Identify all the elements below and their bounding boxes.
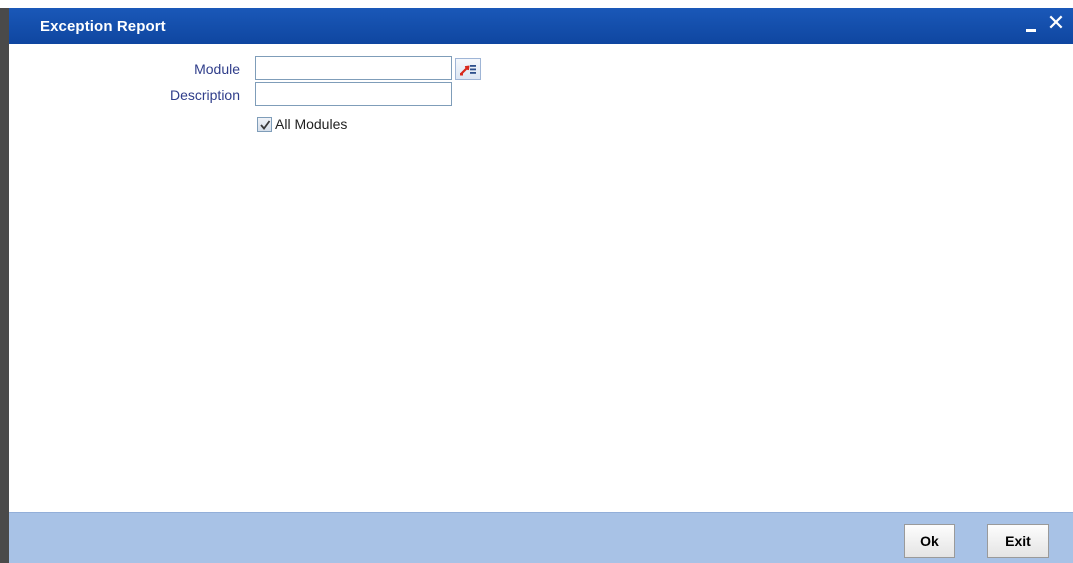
exception-report-window: Exception Report ✕ Module Description Al… (0, 0, 1073, 563)
window-left-border (0, 0, 9, 563)
form-area: Module Description All Modules (9, 44, 1073, 512)
ok-button[interactable]: Ok (904, 524, 955, 558)
window-controls: ✕ (1023, 12, 1067, 36)
minimize-icon[interactable] (1023, 12, 1041, 36)
close-icon[interactable]: ✕ (1045, 12, 1067, 36)
window-title: Exception Report (40, 18, 166, 35)
all-modules-label: All Modules (275, 116, 348, 132)
exit-button[interactable]: Exit (987, 524, 1049, 558)
list-of-values-icon (460, 65, 476, 76)
description-input[interactable] (255, 82, 452, 106)
checkmark-icon (260, 119, 271, 130)
all-modules-checkbox[interactable] (257, 116, 272, 132)
footer-bar: Ok Exit (9, 512, 1073, 563)
module-label: Module (194, 61, 240, 77)
module-lov-button[interactable] (455, 58, 481, 80)
all-modules-option[interactable]: All Modules (257, 116, 347, 132)
title-bar: Exception Report ✕ (0, 0, 1073, 44)
description-label: Description (169, 87, 240, 103)
module-input[interactable] (255, 56, 452, 80)
